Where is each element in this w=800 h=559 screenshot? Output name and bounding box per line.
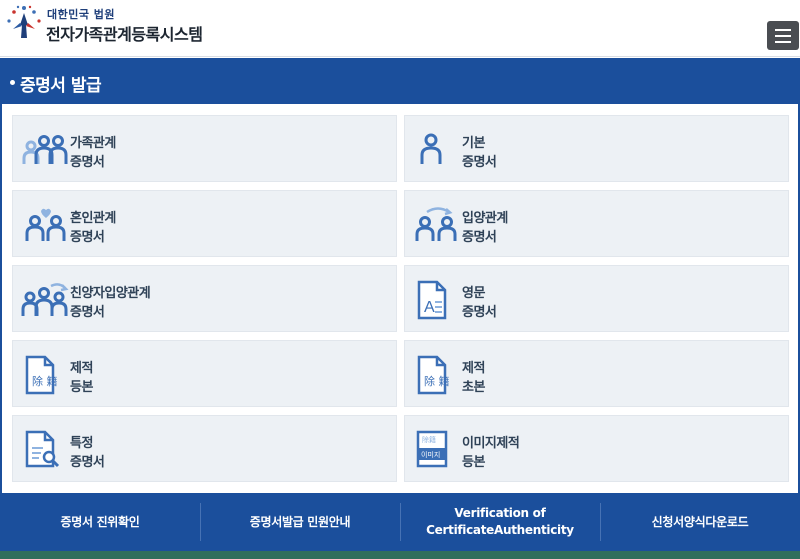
svg-text:A: A [424,299,435,316]
footer-nav: 증명서 진위확인 증명서발급 민원안내 Verification of Cert… [0,493,800,551]
card-label-line2: 증명서 [462,230,497,245]
removed-record-icon: 除 籍 [417,355,450,395]
site-header: 대한민국 법원 전자가족관계등록시스템 [0,0,800,57]
card-label-line1: 혼인관계 [70,211,116,226]
adoption-icon [415,207,457,241]
document-search-icon [25,430,60,468]
card-removed-extract[interactable]: 除 籍 제적 초본 [404,340,789,407]
page-title: 증명서 발급 [20,76,102,96]
bullet-icon [10,80,15,85]
menu-icon [775,35,791,37]
card-label-line1: 이미지제적 [462,436,520,451]
couple-heart-icon [25,208,66,241]
removed-record-icon: 除 籍 [25,355,58,395]
footer-form-download[interactable]: 신청서양식다운로드 [600,493,800,551]
menu-icon [775,41,791,43]
card-label-line1: 영문 [462,286,485,301]
page-title-bar: 증명서 발급 [0,58,800,104]
card-full-adoption-relation[interactable]: 친양자입양관계 증명서 [12,265,397,332]
card-family-relation[interactable]: 가족관계 증명서 [12,115,397,182]
card-label-line2: 증명서 [70,305,105,320]
image-record-icon: 除籍 이미지 [416,430,448,468]
footer-verify-certificate[interactable]: 증명서 진위확인 [0,493,200,551]
court-logo-icon[interactable] [4,3,44,43]
svg-text:除 籍: 除 籍 [424,374,450,388]
card-label-line2: 등본 [70,380,93,395]
card-label-line2: 증명서 [462,155,497,170]
card-marriage-relation[interactable]: 혼인관계 증명서 [12,190,397,257]
card-label-line1: 가족관계 [70,136,116,151]
card-specific[interactable]: 특정 증명서 [12,415,397,482]
family-icon [22,135,68,164]
card-removed-transcript[interactable]: 除 籍 제적 등본 [12,340,397,407]
org-name: 대한민국 법원 [47,8,116,21]
card-label-line2: 증명서 [70,455,105,470]
english-document-icon: A [417,280,447,320]
svg-text:이미지: 이미지 [421,450,440,459]
person-icon [420,133,442,164]
card-label-line1: 제적 [70,361,93,376]
card-adoption-relation[interactable]: 입양관계 증명서 [404,190,789,257]
hamburger-menu-button[interactable] [767,21,799,50]
card-label-line2: 증명서 [462,305,497,320]
svg-text:除 籍: 除 籍 [32,374,58,388]
card-label-line2: 증명서 [70,230,105,245]
card-label-line2: 등본 [462,455,485,470]
svg-text:除籍: 除籍 [422,435,436,444]
card-basic[interactable]: 기본 증명서 [404,115,789,182]
bottom-accent-bar [0,551,800,559]
system-name[interactable]: 전자가족관계등록시스템 [46,21,203,45]
card-label-line2: 증명서 [70,155,105,170]
card-label-line2: 초본 [462,380,485,395]
card-english[interactable]: A 영문 증명서 [404,265,789,332]
footer-verification-english[interactable]: Verification of CertificateAuthenticity [400,493,600,551]
card-label-line1: 입양관계 [462,211,508,226]
family-arrow-icon [21,283,69,316]
footer-issuance-guide[interactable]: 증명서발급 민원안내 [200,493,400,551]
card-label-line1: 특정 [70,436,93,451]
card-label-line1: 기본 [462,136,485,151]
card-image-removed-transcript[interactable]: 除籍 이미지 이미지제적 등본 [404,415,789,482]
certificate-grid: 가족관계 증명서 기본 증명서 혼인관계 증명서 입양관계 증명서 친양자입양관… [0,104,800,493]
card-label-line1: 제적 [462,361,485,376]
card-label-line1: 친양자입양관계 [70,286,151,301]
menu-icon [775,29,791,31]
